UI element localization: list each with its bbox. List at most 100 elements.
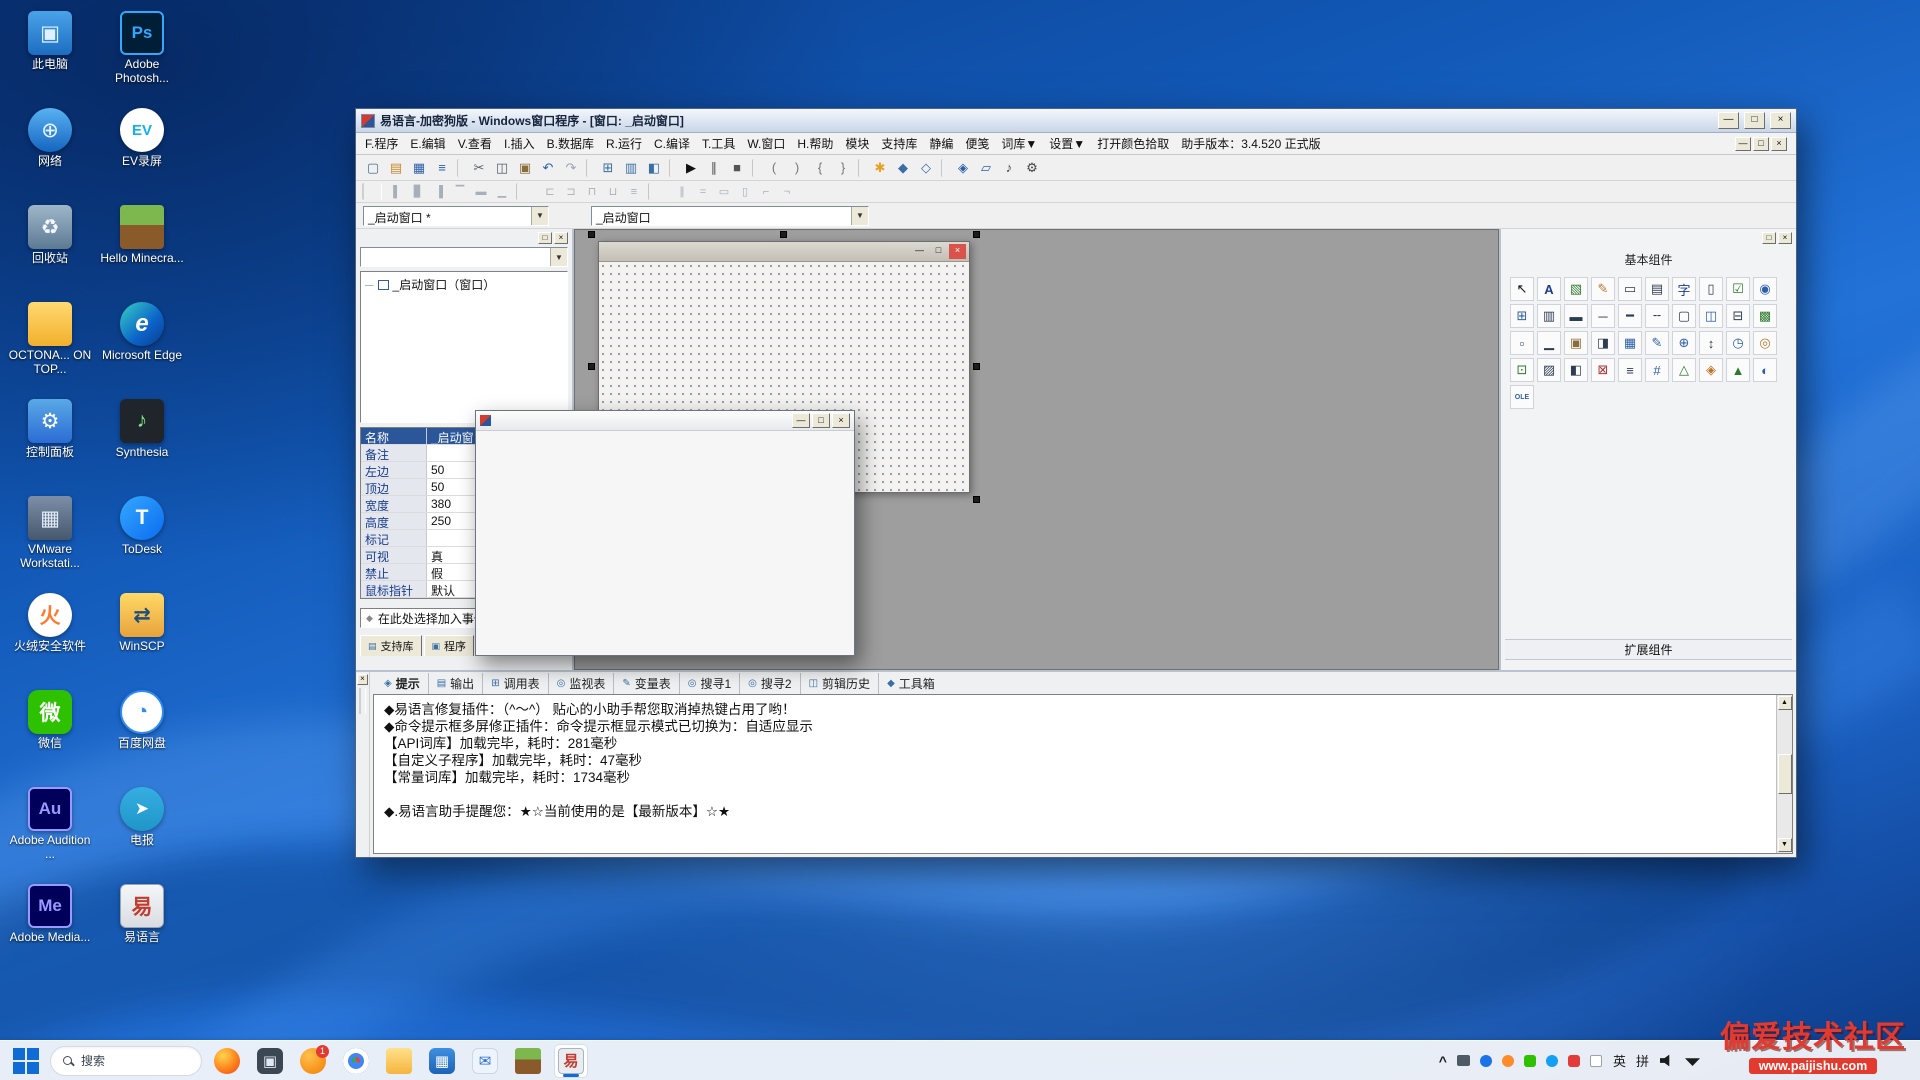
- panel-tab[interactable]: ◎ 监视表: [549, 673, 615, 694]
- tray-ime-icon[interactable]: [1590, 1055, 1602, 1067]
- resize-handle[interactable]: [588, 231, 595, 238]
- tray-huorong-icon[interactable]: [1502, 1055, 1514, 1067]
- taskbar-app-blue-icon[interactable]: ▦: [425, 1044, 459, 1078]
- mdi-close-button[interactable]: ×: [1771, 137, 1787, 151]
- taskbar-chrome-icon[interactable]: [339, 1044, 373, 1078]
- toolbar-separator[interactable]: [941, 159, 948, 177]
- panel-tab[interactable]: ⊞ 调用表: [483, 673, 548, 694]
- snap-grid-icon[interactable]: ⌐: [756, 183, 776, 200]
- hash-grid-icon[interactable]: #: [1645, 358, 1669, 382]
- tray-chevron-up-icon[interactable]: ^: [1439, 1053, 1447, 1069]
- panel-restore-icon[interactable]: □: [538, 232, 552, 244]
- winscp[interactable]: ⇄ WinSCP: [96, 588, 188, 685]
- volume-icon[interactable]: [1660, 1054, 1675, 1067]
- align-top-icon[interactable]: ▔: [450, 183, 470, 200]
- preview-minimize-button[interactable]: —: [792, 413, 810, 428]
- undo-icon[interactable]: ↶: [537, 158, 559, 178]
- toolbar-separator[interactable]: [648, 183, 668, 200]
- menu-item[interactable]: 设置▼: [1043, 133, 1091, 154]
- this-pc[interactable]: ▣ 此电脑: [4, 6, 96, 103]
- preview-title-bar[interactable]: — □ ×: [476, 411, 854, 431]
- tray-wechat-icon[interactable]: [1524, 1055, 1536, 1067]
- dial-icon[interactable]: ◎: [1753, 331, 1777, 355]
- scroll-up-icon[interactable]: ▲: [1778, 696, 1792, 710]
- scrollbar-thumb[interactable]: [1778, 754, 1792, 794]
- redo-icon[interactable]: ↷: [560, 158, 582, 178]
- panel-grip[interactable]: [359, 688, 366, 714]
- menu-item[interactable]: R.运行: [600, 133, 648, 154]
- maximize-button[interactable]: □: [1744, 112, 1765, 129]
- panel-close-icon[interactable]: ×: [1778, 232, 1792, 244]
- picture-box-icon[interactable]: ▧: [1564, 277, 1588, 301]
- sheet-icon[interactable]: ▨: [1537, 358, 1561, 382]
- button-icon[interactable]: ▯: [1699, 277, 1723, 301]
- left-panel-tab[interactable]: ▣ 程序: [424, 635, 475, 656]
- page-icon[interactable]: ▣: [1564, 331, 1588, 355]
- internet-icon[interactable]: ⊕: [1672, 331, 1696, 355]
- new-file-icon[interactable]: ▢: [362, 158, 384, 178]
- speaker-icon[interactable]: ♪: [998, 158, 1020, 178]
- input-language-indicator[interactable]: 英: [1612, 1051, 1627, 1070]
- form-close-button[interactable]: ×: [949, 244, 966, 259]
- combo-deco-icon[interactable]: ◈: [1699, 358, 1723, 382]
- start-button[interactable]: [10, 1045, 42, 1077]
- module-icon[interactable]: ◧: [643, 158, 665, 178]
- calendar-icon[interactable]: ⊡: [1510, 358, 1534, 382]
- grid-icon[interactable]: ▩: [1753, 304, 1777, 328]
- same-size-icon[interactable]: ⊓: [582, 183, 602, 200]
- lock-controls-icon[interactable]: ¬: [777, 183, 797, 200]
- menu-item[interactable]: 模块: [839, 133, 875, 154]
- tray-monitor-icon[interactable]: [1457, 1055, 1470, 1066]
- object-combo[interactable]: _启动窗口 * ▼: [363, 206, 549, 226]
- network[interactable]: ⊕ 网络: [4, 103, 96, 200]
- chevron-down-icon[interactable]: ▼: [531, 207, 548, 225]
- vmware-workstation[interactable]: ▦ VMware Workstati...: [4, 491, 96, 588]
- stop-icon[interactable]: ■: [726, 158, 748, 178]
- taskbar-app-dark-icon[interactable]: ▣: [253, 1044, 287, 1078]
- bookmark-icon[interactable]: ▱: [975, 158, 997, 178]
- bracket-close-icon[interactable]: ): [786, 158, 808, 178]
- menu-item[interactable]: H.帮助: [791, 133, 839, 154]
- preview-close-button[interactable]: ×: [832, 413, 850, 428]
- save-all-icon[interactable]: ≡: [431, 158, 453, 178]
- microsoft-edge[interactable]: e Microsoft Edge: [96, 297, 188, 394]
- menu-item[interactable]: 支持库: [875, 133, 923, 154]
- menu-item[interactable]: 词库▼: [995, 133, 1043, 154]
- blank-preview-window[interactable]: — □ ×: [475, 410, 855, 656]
- panel-tab[interactable]: ◈ 提示: [376, 673, 429, 694]
- resize-handle[interactable]: [973, 496, 980, 503]
- resize-handle[interactable]: [588, 363, 595, 370]
- telegram[interactable]: ➤ 电报: [96, 782, 188, 879]
- taskbar-minecraft-icon[interactable]: [511, 1044, 545, 1078]
- ink-pen-icon[interactable]: ✎: [1645, 331, 1669, 355]
- title-bar[interactable]: 易语言-加密狗版 - Windows窗口程序 - [窗口: _启动窗口] — □…: [356, 109, 1796, 133]
- group-frame-icon[interactable]: ▢: [1672, 304, 1696, 328]
- half-dial-icon[interactable]: ◐: [1753, 358, 1777, 382]
- window-combo[interactable]: _启动窗口 ▼: [591, 206, 869, 226]
- align-h-center-icon[interactable]: ▊: [408, 183, 428, 200]
- cut-icon[interactable]: ✂: [468, 158, 490, 178]
- open-file-icon[interactable]: ▤: [385, 158, 407, 178]
- align-bottom-icon[interactable]: ▁: [492, 183, 512, 200]
- panel-tab[interactable]: ▤ 输出: [429, 673, 483, 694]
- panel-close-icon[interactable]: ×: [357, 674, 368, 685]
- album-icon[interactable]: ◫: [1699, 304, 1723, 328]
- menu-item[interactable]: W.窗口: [741, 133, 791, 154]
- toolbar-separator[interactable]: [586, 159, 593, 177]
- align-left-icon[interactable]: ▌: [387, 183, 407, 200]
- synthesia[interactable]: ♪ Synthesia: [96, 394, 188, 491]
- h-line-icon[interactable]: ─: [1591, 304, 1615, 328]
- brace-close-icon[interactable]: }: [832, 158, 854, 178]
- panel-tab[interactable]: ◆ 工具箱: [879, 673, 943, 694]
- copy-icon[interactable]: ◫: [491, 158, 513, 178]
- edit-box-icon[interactable]: ▭: [1618, 277, 1642, 301]
- preview-maximize-button[interactable]: □: [812, 413, 830, 428]
- clock-icon[interactable]: ◷: [1726, 331, 1750, 355]
- input-line-icon[interactable]: ▁: [1537, 331, 1561, 355]
- space-v-icon[interactable]: ≡: [624, 183, 644, 200]
- thick-line-icon[interactable]: ━: [1618, 304, 1642, 328]
- menu-item[interactable]: C.编译: [648, 133, 696, 154]
- panel-bar-icon[interactable]: ▬: [1564, 304, 1588, 328]
- input-language-indicator[interactable]: 拼: [1635, 1051, 1650, 1070]
- sketchpad-icon[interactable]: ✎: [1591, 277, 1615, 301]
